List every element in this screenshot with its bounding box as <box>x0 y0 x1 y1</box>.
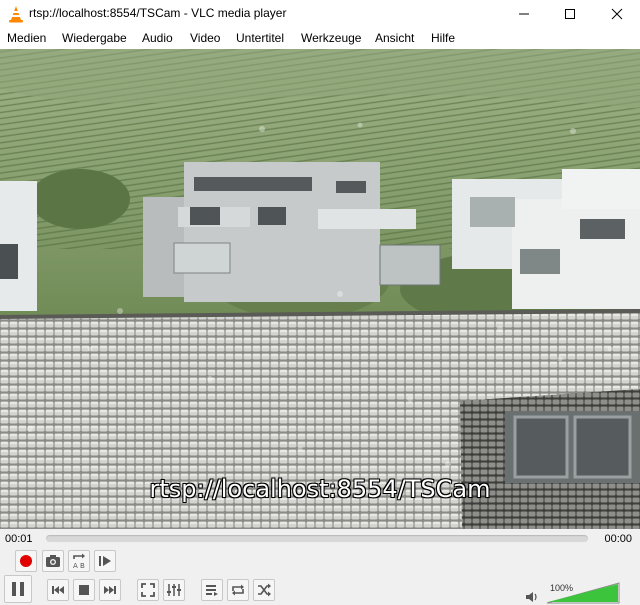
close-icon <box>611 8 623 20</box>
fullscreen-icon <box>141 583 155 597</box>
video-area[interactable]: rtsp://localhost:8554/TSCam <box>0 49 640 529</box>
record-icon <box>20 555 32 567</box>
shuffle-icon <box>258 583 271 597</box>
skip-next-icon <box>104 586 116 594</box>
total-time: 00:00 <box>604 533 632 545</box>
menu-werkzeuge[interactable]: Werkzeuge <box>301 31 361 45</box>
volume-slider[interactable] <box>546 582 620 604</box>
title-bar[interactable]: rtsp://localhost:8554/TSCam - VLC media … <box>0 0 640 28</box>
window-title: rtsp://localhost:8554/TSCam - VLC media … <box>29 6 287 20</box>
svg-text:A: A <box>73 562 78 569</box>
pause-icon <box>12 582 24 596</box>
menu-audio[interactable]: Audio <box>142 31 173 45</box>
speaker-icon[interactable] <box>525 591 539 603</box>
subtitle-overlay: rtsp://localhost:8554/TSCam <box>149 475 491 503</box>
frame-step-icon <box>99 556 111 566</box>
playlist-icon <box>206 585 218 596</box>
menu-video[interactable]: Video <box>190 31 220 45</box>
elapsed-time: 00:01 <box>5 533 33 545</box>
extended-settings-button[interactable] <box>163 579 185 601</box>
frame-step-button[interactable] <box>94 550 116 572</box>
menu-wiedergabe[interactable]: Wiedergabe <box>62 31 127 45</box>
pause-button[interactable] <box>4 575 32 603</box>
fullscreen-button[interactable] <box>137 579 159 601</box>
menu-ansicht[interactable]: Ansicht <box>375 31 414 45</box>
loop-ab-icon: AB <box>73 553 85 569</box>
seek-slider[interactable] <box>46 535 588 542</box>
menu-medien[interactable]: Medien <box>7 31 46 45</box>
maximize-icon <box>565 9 575 19</box>
minimize-button[interactable] <box>501 0 547 28</box>
previous-button[interactable] <box>47 579 69 601</box>
minimize-icon <box>519 13 529 15</box>
menu-untertitel[interactable]: Untertitel <box>236 31 284 45</box>
camera-icon <box>46 555 60 567</box>
stop-icon <box>79 585 89 595</box>
record-button[interactable] <box>15 550 37 572</box>
vlc-cone-icon <box>9 6 23 23</box>
equalizer-icon <box>167 584 181 596</box>
loop-icon <box>232 584 244 596</box>
maximize-button[interactable] <box>547 0 593 28</box>
playlist-button[interactable] <box>201 579 223 601</box>
video-frame-image <box>0 49 640 529</box>
close-button[interactable] <box>594 0 640 28</box>
random-button[interactable] <box>253 579 275 601</box>
snapshot-button[interactable] <box>42 550 64 572</box>
menu-hilfe[interactable]: Hilfe <box>431 31 455 45</box>
control-bar: 00:01 00:00 AB 100% <box>0 529 640 605</box>
stop-button[interactable] <box>73 579 95 601</box>
svg-text:B: B <box>80 562 85 569</box>
menu-bar: Medien Wiedergabe Audio Video Untertitel… <box>0 28 640 49</box>
loop-ab-button[interactable]: AB <box>68 550 90 572</box>
skip-previous-icon <box>52 586 64 594</box>
loop-button[interactable] <box>227 579 249 601</box>
next-button[interactable] <box>99 579 121 601</box>
